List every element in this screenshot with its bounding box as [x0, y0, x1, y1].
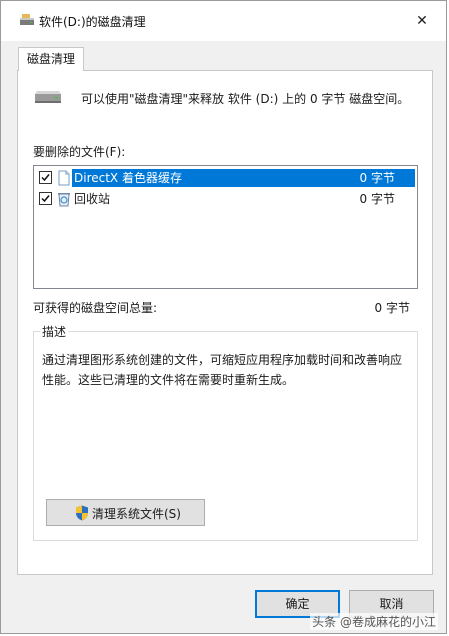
clean-system-files-button[interactable]: 清理系统文件(S)	[46, 499, 205, 526]
drive-icon	[35, 91, 61, 103]
tab-strip: 磁盘清理	[1, 41, 446, 71]
close-button[interactable]: ✕	[408, 8, 436, 34]
window-title: 软件(D:)的磁盘清理	[39, 15, 146, 29]
checkbox-directx-cache[interactable]	[39, 171, 52, 184]
clean-system-files-label: 清理系统文件(S)	[92, 507, 181, 521]
tab-disk-cleanup[interactable]: 磁盘清理	[18, 47, 85, 71]
files-to-delete-label: 要删除的文件(F):	[33, 145, 126, 159]
checkbox-recycle-bin[interactable]	[39, 192, 52, 205]
list-item-directx-cache[interactable]: DirectX 着色器缓存 0 字节	[36, 169, 415, 187]
title-bar: 软件(D:)的磁盘清理 ✕	[1, 1, 446, 41]
tab-panel: 可以使用"磁盘清理"来释放 软件 (D:) 上的 0 字节 磁盘空间。 要删除的…	[17, 70, 433, 575]
close-icon: ✕	[416, 13, 428, 29]
recycle-bin-icon	[58, 193, 70, 207]
checkmark-icon	[41, 195, 50, 203]
watermark: 头条 @卷成麻花的小江	[310, 613, 438, 630]
description-group: 描述 通过清理图形系统创建的文件，可缩短应用程序加载时间和改善响应性能。这些已清…	[33, 323, 418, 541]
total-space-value: 0 字节	[374, 301, 410, 315]
description-text: 通过清理图形系统创建的文件，可缩短应用程序加载时间和改善响应性能。这些已清理的文…	[42, 353, 403, 387]
total-space-label: 可获得的磁盘空间总量:	[33, 301, 158, 315]
item-size: 0 字节	[359, 171, 395, 185]
list-item-recycle-bin[interactable]: 回收站 0 字节	[36, 190, 415, 208]
intro-text: 可以使用"磁盘清理"来释放 软件 (D:) 上的 0 字节 磁盘空间。	[81, 92, 410, 106]
disk-cleanup-window: 软件(D:)的磁盘清理 ✕ 磁盘清理 可以使用"磁盘清理"来释放 软件 (D:)…	[0, 0, 447, 634]
checkmark-icon	[41, 174, 50, 182]
shield-icon	[76, 505, 88, 521]
item-name: DirectX 着色器缓存	[74, 171, 182, 185]
files-list[interactable]: DirectX 着色器缓存 0 字节 回收站 0 字节	[33, 165, 418, 289]
description-legend: 描述	[40, 323, 69, 340]
item-name: 回收站	[74, 192, 111, 206]
item-size: 0 字节	[359, 192, 395, 206]
disk-cleanup-icon	[20, 14, 34, 25]
file-icon	[58, 170, 70, 186]
